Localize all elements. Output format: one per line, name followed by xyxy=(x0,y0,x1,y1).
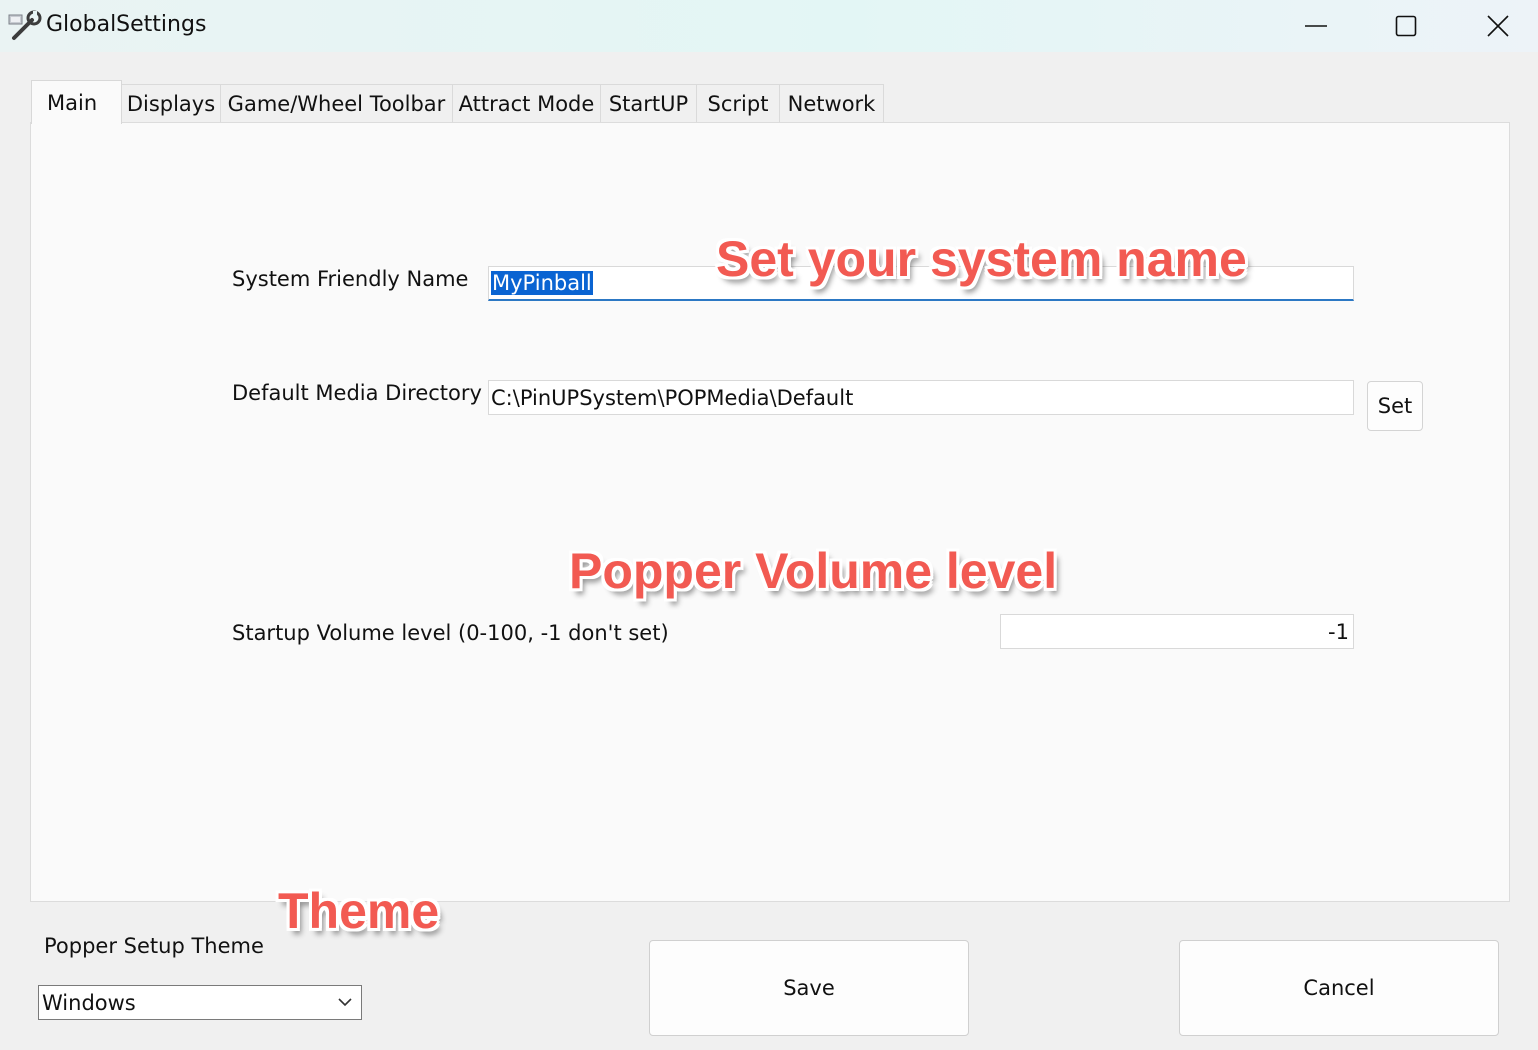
system-name-label: System Friendly Name xyxy=(232,267,469,291)
volume-value: -1 xyxy=(1328,619,1349,644)
tab-label: Main xyxy=(47,90,98,115)
minimize-icon xyxy=(1305,25,1327,27)
system-name-value: MyPinball xyxy=(491,271,593,295)
media-directory-input[interactable]: C:\PinUPSystem\POPMedia\Default xyxy=(488,380,1354,415)
tab-attract-mode[interactable]: Attract Mode xyxy=(452,84,601,122)
theme-label: Popper Setup Theme xyxy=(44,934,264,958)
tab-game-wheel-toolbar[interactable]: Game/Wheel Toolbar xyxy=(220,84,453,122)
theme-select[interactable]: Windows xyxy=(38,985,362,1020)
maximize-icon xyxy=(1395,15,1417,37)
tab-label: Script xyxy=(707,91,769,116)
volume-label: Startup Volume level (0-100, -1 don't se… xyxy=(232,621,669,645)
chevron-down-icon xyxy=(338,998,352,1007)
media-directory-value: C:\PinUPSystem\POPMedia\Default xyxy=(491,385,854,410)
wrench-icon xyxy=(8,10,42,42)
title-bar: GlobalSettings xyxy=(0,0,1538,52)
window-title: GlobalSettings xyxy=(46,12,207,37)
media-directory-label: Default Media Directory xyxy=(232,381,482,405)
theme-callout: Theme xyxy=(278,883,440,939)
tab-main[interactable]: Main xyxy=(31,80,122,124)
tab-label: Displays xyxy=(126,91,216,116)
tab-displays[interactable]: Displays xyxy=(121,84,221,122)
tab-label: Game/Wheel Toolbar xyxy=(227,91,446,116)
close-icon xyxy=(1487,15,1509,37)
system-name-callout: Set your system name xyxy=(716,231,1247,287)
tab-startup[interactable]: StartUP xyxy=(600,84,697,122)
theme-select-value: Windows xyxy=(42,990,136,1015)
tab-label: StartUP xyxy=(608,91,689,116)
tab-network[interactable]: Network xyxy=(779,84,884,122)
set-media-directory-button[interactable]: Set xyxy=(1367,381,1423,431)
tab-label: Attract Mode xyxy=(458,91,595,116)
tab-script[interactable]: Script xyxy=(696,84,780,122)
minimize-button[interactable] xyxy=(1270,0,1362,52)
volume-input[interactable]: -1 xyxy=(1000,614,1354,649)
volume-callout: Popper Volume level xyxy=(569,543,1058,599)
tab-label: Network xyxy=(787,91,876,116)
close-button[interactable] xyxy=(1452,0,1538,52)
cancel-button[interactable]: Cancel xyxy=(1179,940,1499,1036)
maximize-button[interactable] xyxy=(1360,0,1452,52)
save-button[interactable]: Save xyxy=(649,940,969,1036)
